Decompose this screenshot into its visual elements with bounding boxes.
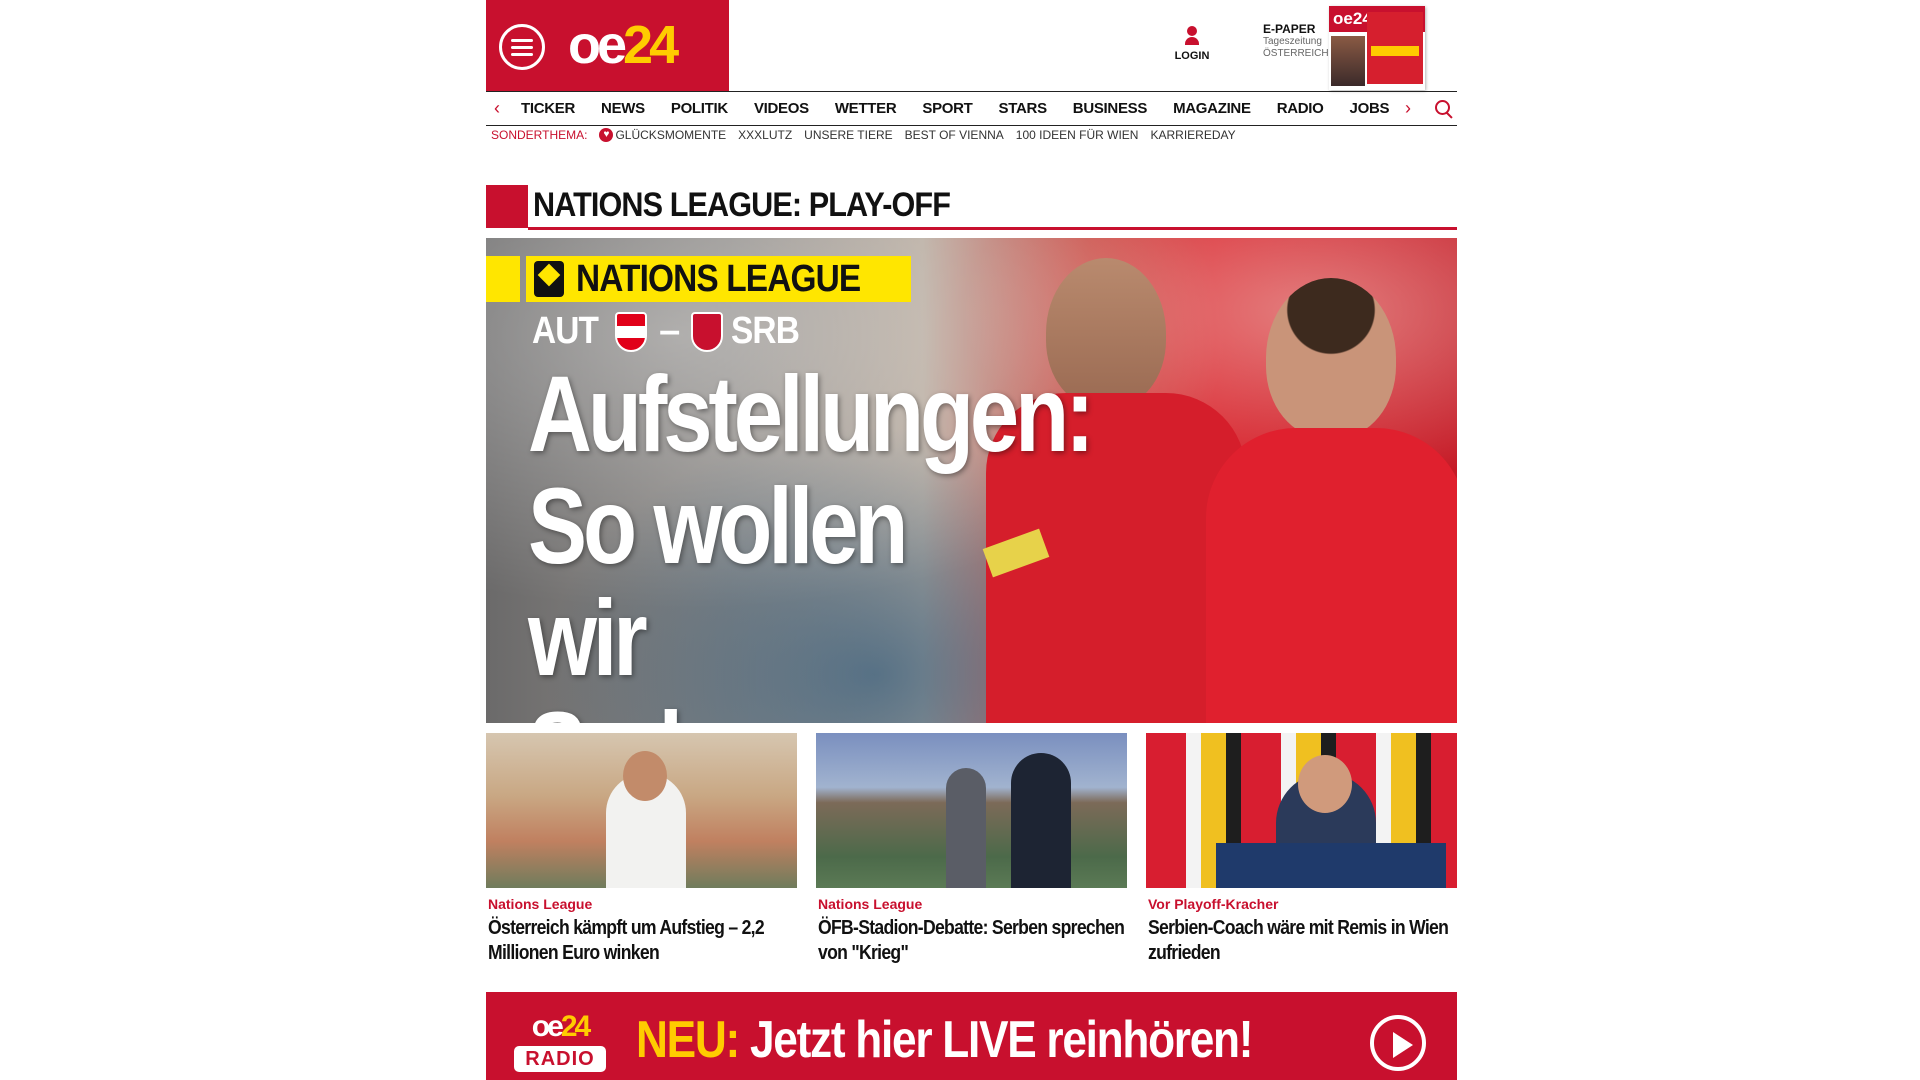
- radio-banner[interactable]: oe24 RADIO NEU: Jetzt hier LIVE reinhöre…: [486, 992, 1457, 1080]
- site-header: oe24 LOGIN E-PAPER Tageszeitung ÖSTERREI…: [486, 0, 1457, 92]
- section-header: NATIONS LEAGUE: PLAY-OFF: [486, 185, 1457, 230]
- article-card[interactable]: Nations League Österreich kämpft um Aufs…: [486, 733, 797, 966]
- play-icon[interactable]: [1370, 1015, 1426, 1071]
- serbia-crest-icon: [691, 311, 724, 352]
- site-logo[interactable]: oe24: [568, 14, 679, 76]
- chevron-right-icon[interactable]: ›: [1397, 98, 1419, 119]
- nav-item-sport[interactable]: SPORT: [909, 100, 985, 117]
- epaper-link[interactable]: E-PAPER Tageszeitung ÖSTERREICH: [1263, 22, 1329, 60]
- article-kicker: Nations League: [488, 896, 593, 912]
- nations-league-logo-icon: [534, 261, 564, 297]
- nav-item-business[interactable]: BUSINESS: [1060, 100, 1160, 117]
- epaper-subtitle: Tageszeitung: [1263, 36, 1322, 48]
- nav-item-radio[interactable]: RADIO: [1264, 100, 1337, 117]
- epaper-region: ÖSTERREICH: [1263, 48, 1329, 60]
- article-card[interactable]: Nations League ÖFB-Stadion-Debatte: Serb…: [816, 733, 1127, 966]
- hero-article[interactable]: NATIONS LEAGUE AUT – SRB Aufstellungen: …: [486, 238, 1457, 723]
- nav-right: ›: [1397, 98, 1453, 119]
- team-away: SRB: [731, 310, 800, 352]
- article-cards: Nations League Österreich kämpft um Aufs…: [486, 733, 1457, 966]
- nav-item-jobs[interactable]: JOBS: [1337, 100, 1403, 117]
- match-teams: AUT – SRB: [532, 310, 808, 353]
- subnav-item-gluecksmomente[interactable]: GLÜCKSMOMENTE: [615, 128, 726, 142]
- user-icon: [1185, 26, 1199, 46]
- article-image[interactable]: [1146, 733, 1457, 888]
- subnav: SONDERTHEMA: ♥ GLÜCKSMOMENTE XXXLUTZ UNS…: [491, 128, 1236, 142]
- heart-icon: ♥: [599, 128, 614, 142]
- subnav-item-xxxlutz[interactable]: XXXLUTZ: [738, 128, 792, 142]
- nav-item-ticker[interactable]: TICKER: [508, 100, 588, 117]
- page: oe24 LOGIN E-PAPER Tageszeitung ÖSTERREI…: [0, 0, 1920, 1080]
- nav-items: TICKER NEWS POLITIK VIDEOS WETTER SPORT …: [508, 100, 1402, 117]
- nav-item-stars[interactable]: STARS: [986, 100, 1060, 117]
- hero-headline: Aufstellungen: So wollen wir Serben knac…: [528, 353, 1095, 724]
- menu-icon[interactable]: [499, 24, 545, 70]
- badge-text: NATIONS LEAGUE: [576, 257, 861, 300]
- article-title[interactable]: Österreich kämpft um Aufstieg – 2,2 Mill…: [488, 916, 796, 966]
- epaper-cover-image[interactable]: oe24: [1329, 6, 1425, 90]
- nav-item-politik[interactable]: POLITIK: [658, 100, 741, 117]
- article-kicker: Vor Playoff-Kracher: [1148, 896, 1279, 912]
- login-label: LOGIN: [1174, 50, 1210, 62]
- radio-logo: oe24 RADIO: [514, 1012, 606, 1074]
- article-image[interactable]: [486, 733, 797, 888]
- chevron-left-icon[interactable]: ‹: [486, 98, 508, 119]
- article-image[interactable]: [816, 733, 1127, 888]
- nav-item-magazine[interactable]: MAGAZINE: [1160, 100, 1264, 117]
- subnav-label: SONDERTHEMA:: [491, 128, 588, 142]
- radio-logo-tag: RADIO: [514, 1046, 606, 1072]
- section-title[interactable]: NATIONS LEAGUE: PLAY-OFF: [533, 186, 951, 225]
- article-kicker: Nations League: [818, 896, 923, 912]
- epaper-title: E-PAPER: [1263, 22, 1316, 36]
- nav-item-videos[interactable]: VIDEOS: [741, 100, 822, 117]
- austria-crest-icon: [615, 311, 648, 352]
- team-separator: –: [659, 310, 680, 352]
- team-home: AUT: [532, 310, 599, 352]
- radio-banner-text: NEU: Jetzt hier LIVE reinhören!: [636, 1011, 1253, 1069]
- subnav-item-unsere-tiere[interactable]: UNSERE TIERE: [804, 128, 892, 142]
- article-card[interactable]: Vor Playoff-Kracher Serbien-Coach wäre m…: [1146, 733, 1457, 966]
- subnav-item-100-ideen[interactable]: 100 IDEEN FÜR WIEN: [1016, 128, 1139, 142]
- main-nav: ‹ TICKER NEWS POLITIK VIDEOS WETTER SPOR…: [486, 91, 1457, 126]
- search-icon[interactable]: [1435, 99, 1453, 118]
- login-button[interactable]: LOGIN: [1172, 26, 1212, 62]
- subnav-item-karriereday[interactable]: KARRIEREDAY: [1150, 128, 1235, 142]
- logo-box: oe24: [486, 0, 729, 92]
- nav-item-news[interactable]: NEWS: [588, 100, 658, 117]
- main-container: oe24 LOGIN E-PAPER Tageszeitung ÖSTERREI…: [486, 0, 1457, 1080]
- subnav-item-best-of-vienna[interactable]: BEST OF VIENNA: [905, 128, 1004, 142]
- article-title[interactable]: Serbien-Coach wäre mit Remis in Wien zuf…: [1148, 916, 1456, 966]
- article-title[interactable]: ÖFB-Stadion-Debatte: Serben sprechen von…: [818, 916, 1126, 966]
- nav-item-wetter[interactable]: WETTER: [822, 100, 910, 117]
- nations-league-badge: NATIONS LEAGUE: [486, 256, 912, 302]
